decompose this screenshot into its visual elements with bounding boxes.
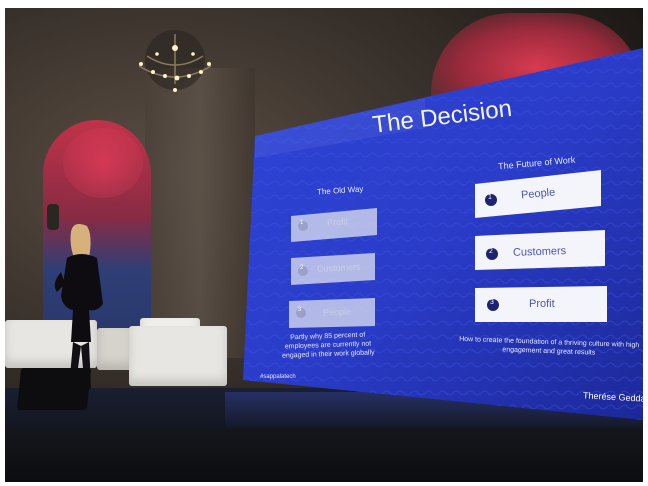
number-label: 3 [490, 299, 494, 306]
future-item-label: Customers [512, 245, 567, 259]
old-way-item-label: People [322, 306, 352, 318]
number-label: 2 [300, 265, 304, 271]
stage-monitor-speaker [16, 368, 92, 410]
number-label: 2 [489, 248, 493, 255]
conference-photo: The Decision The Old Way The Future of W… [5, 8, 643, 482]
old-way-item-label: Profit [326, 216, 349, 228]
presenter [54, 224, 103, 390]
number-label: 1 [300, 220, 304, 226]
number-label: 3 [298, 307, 302, 313]
old-way-caption: Partly why 85 percent of employees are c… [281, 331, 375, 360]
number-label: 1 [488, 194, 492, 201]
event-hashtag: #sappalatech [260, 374, 296, 380]
future-item-label: Profit [529, 298, 555, 310]
